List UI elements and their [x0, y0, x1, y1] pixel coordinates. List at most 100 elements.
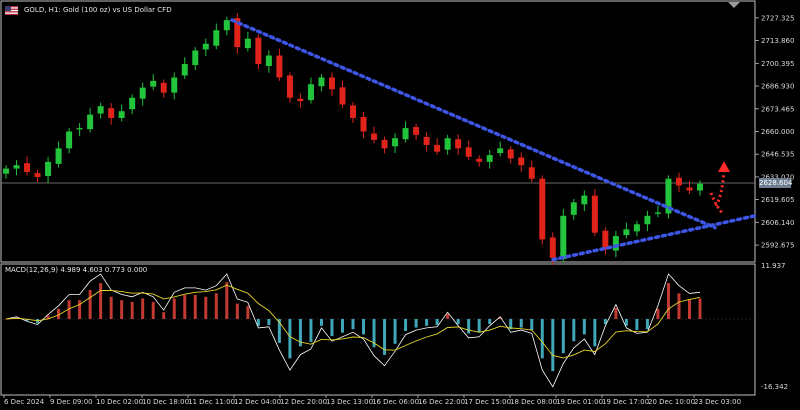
macd-histogram-bar	[561, 319, 565, 354]
candle-body	[307, 84, 314, 101]
time-tick-label: 17 Dec 15:00	[464, 398, 511, 406]
macd-histogram-bar	[593, 319, 597, 347]
candle-body	[591, 195, 598, 233]
candle-body	[118, 111, 125, 118]
macd-histogram-bar	[109, 296, 113, 319]
time-axis[interactable]: 6 Dec 2024 9 Dec 09:00 10 Dec 02:0010 Dec …	[3, 395, 741, 406]
us-flag-icon	[5, 6, 18, 15]
candle-body	[66, 131, 73, 149]
price-tick-label: 2592.675	[761, 242, 794, 250]
macd-histogram-bar	[477, 319, 481, 333]
candle-body	[497, 148, 504, 154]
candle-body	[623, 229, 630, 236]
candle-body	[244, 38, 251, 49]
candle-body	[192, 50, 199, 65]
candle-body	[24, 163, 31, 172]
candle-body	[392, 138, 399, 147]
macd-histogram-bar	[193, 295, 197, 319]
macd-histogram-bar	[488, 319, 492, 325]
candle-body	[276, 55, 283, 78]
candle-body	[202, 43, 209, 50]
descending-trendline[interactable]	[230, 18, 717, 230]
current-price-badge: 2628.604	[759, 178, 793, 188]
time-tick-label: 23 Dec 03:00	[694, 398, 741, 406]
time-tick-label: 6 Dec 2024	[4, 398, 45, 406]
candle-body	[360, 116, 367, 132]
candlestick-series	[3, 13, 703, 265]
candle-body	[434, 144, 441, 152]
macd-histogram-bar	[120, 300, 124, 319]
ascending-support-line[interactable]	[551, 214, 757, 262]
time-tick-label: 9 Dec 09:00	[50, 398, 93, 406]
macd-title: MACD(12,26,9) 4.989 4.603 0.773 0.000	[5, 266, 148, 274]
macd-histogram-bar	[404, 319, 408, 331]
macd-histogram-bar	[519, 319, 523, 328]
time-tick-label: 13 Dec 13:00	[326, 398, 373, 406]
macd-histogram-bar	[319, 319, 323, 326]
candle-body	[76, 128, 83, 130]
candle-body	[160, 82, 167, 93]
candle-body	[255, 37, 262, 64]
candle-body	[3, 168, 9, 174]
time-tick-label: 12 Dec 04:00	[234, 398, 281, 406]
candle-body	[350, 105, 356, 118]
macd-axis: 11.937 -16.342	[761, 262, 788, 391]
candle-body	[55, 148, 62, 164]
price-tick-label: 2646.535	[761, 151, 794, 159]
candle-body	[223, 20, 230, 31]
macd-histogram-bar	[362, 319, 366, 335]
candle-body	[139, 87, 146, 99]
macd-histogram-bar	[235, 303, 239, 319]
macd-panel-border	[0, 263, 756, 396]
macd-histogram-bar	[656, 308, 660, 319]
candle-body	[297, 98, 304, 102]
candle-body	[381, 139, 388, 149]
macd-histogram-bar	[204, 296, 208, 319]
macd-histogram-bar	[551, 319, 555, 372]
macd-histogram-bar	[141, 298, 145, 319]
candle-body	[444, 138, 451, 150]
collapse-triangle-icon[interactable]	[728, 2, 740, 8]
time-tick-label: 20 Dec 10:00	[648, 398, 695, 406]
candle-body	[150, 80, 157, 87]
candle-body	[402, 128, 409, 140]
price-axis[interactable]: 2727.325 2713.860 2700.395 2686.930 2673.465…	[755, 14, 794, 250]
candle-body	[45, 161, 52, 177]
price-tick-label: 2727.325	[761, 14, 794, 22]
macd-histogram-bar	[414, 319, 418, 328]
candle-body	[675, 177, 682, 186]
candle-body	[371, 133, 378, 140]
candle-body	[465, 147, 472, 157]
candle-body	[13, 165, 20, 169]
macd-histogram-bar	[446, 313, 450, 319]
time-tick-label: 16 Dec 22:00	[418, 398, 465, 406]
candle-body	[686, 187, 693, 191]
macd-histogram-bar	[99, 283, 103, 319]
macd-histogram-bar	[330, 319, 334, 337]
candle-body	[581, 195, 588, 205]
macd-histogram-bar	[214, 293, 218, 319]
candle-body	[528, 167, 535, 179]
time-tick-label: 10 Dec 02:00	[96, 398, 143, 406]
macd-histogram-bar	[340, 319, 344, 333]
trendline-group[interactable]	[230, 18, 757, 262]
macd-histogram-bar	[614, 307, 618, 319]
candle-body	[549, 237, 556, 258]
price-panel-border	[0, 0, 756, 263]
candle-body	[129, 97, 136, 110]
time-tick-label: 11 Dec 11:00	[188, 398, 235, 406]
chart-canvas[interactable]: 2727.325 2713.860 2700.395 2686.930 2673.465…	[0, 0, 800, 410]
candle-body	[286, 75, 293, 98]
macd-histogram-bar	[246, 306, 250, 319]
candle-body	[507, 149, 514, 159]
price-tick-label: 2686.930	[761, 83, 794, 91]
price-tick-label: 2660.000	[761, 128, 794, 136]
macd-indicator	[4, 273, 702, 388]
candle-body	[34, 172, 41, 178]
macd-histogram-bar	[78, 300, 82, 319]
macd-histogram-bar	[57, 308, 61, 319]
time-tick-label: 12 Dec 20:00	[280, 398, 327, 406]
candle-body	[539, 178, 546, 240]
macd-histogram-bar	[666, 283, 670, 319]
macd-histogram-bar	[572, 319, 576, 342]
